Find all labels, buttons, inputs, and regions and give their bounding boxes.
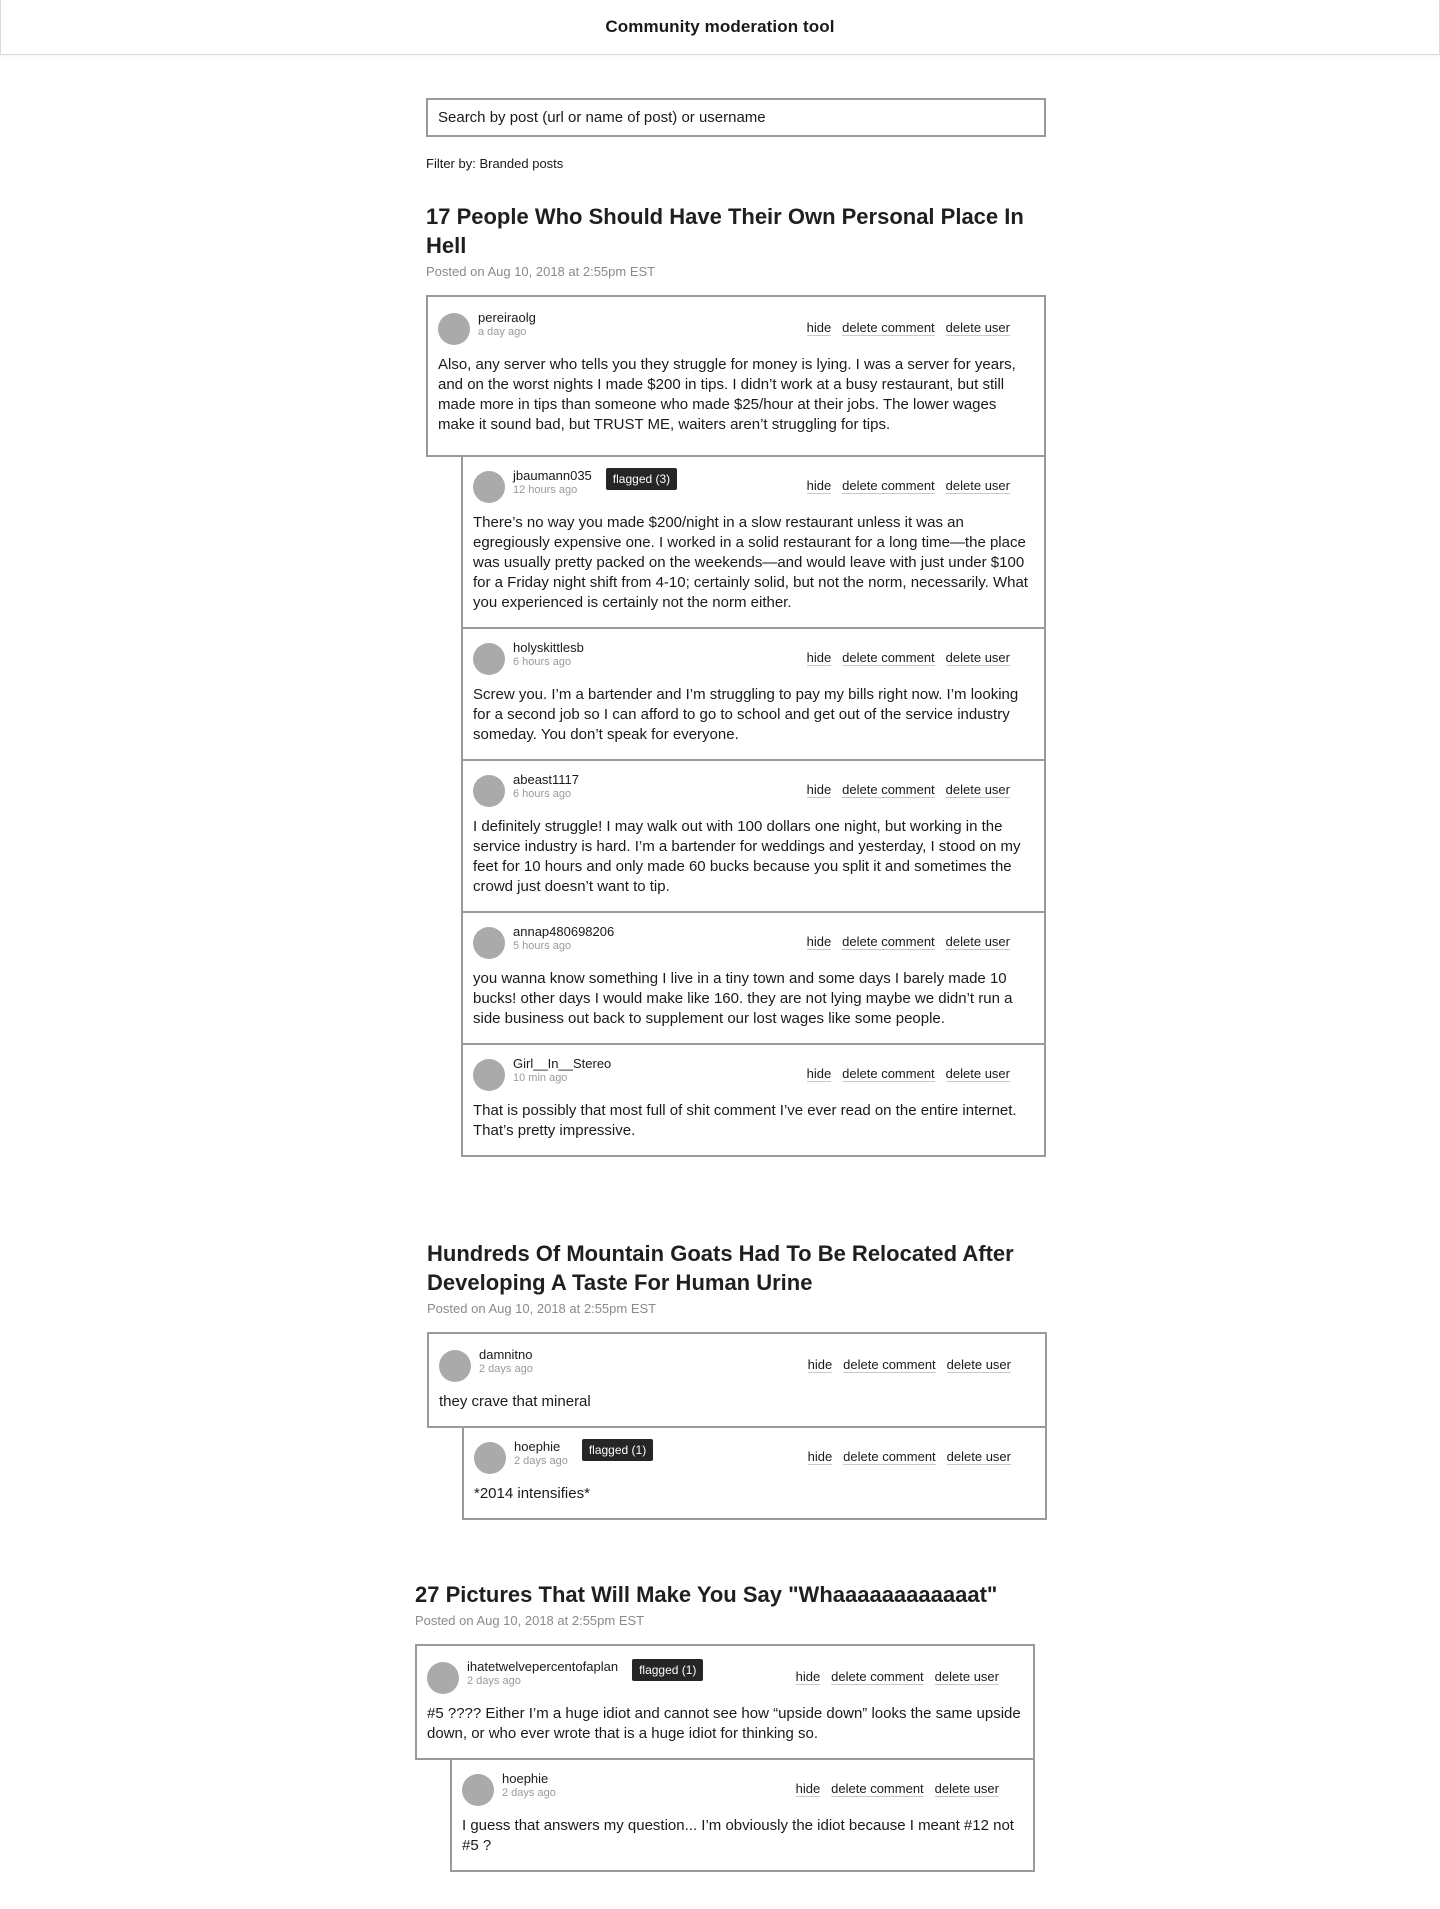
delete-user-button[interactable]: delete user (934, 1669, 999, 1685)
comment-thread: damnitno 2 days ago hide delete comment … (427, 1332, 1047, 1520)
post-meta: Posted on Aug 10, 2018 at 2:55pm EST (415, 1613, 645, 1628)
comment-text: Screw you. I’m a bartender and I’m strug… (473, 686, 1019, 743)
username[interactable]: Girl__In__Stereo (513, 1056, 611, 1072)
hide-button[interactable]: hide (806, 320, 832, 336)
avatar (473, 775, 505, 807)
delete-user-button[interactable]: delete user (946, 1357, 1011, 1373)
hide-button[interactable]: hide (795, 1781, 821, 1797)
comment-text: *2014 intensifies* (474, 1485, 590, 1502)
post-title[interactable]: 17 People Who Should Have Their Own Pers… (426, 202, 1046, 260)
delete-comment-button[interactable]: delete comment (842, 782, 935, 798)
comment-text: Also, any server who tells you they stru… (438, 356, 1016, 433)
avatar (427, 1662, 459, 1694)
hide-button[interactable]: hide (806, 478, 832, 494)
hide-button[interactable]: hide (806, 650, 832, 666)
username[interactable]: annap480698206 (513, 924, 614, 940)
comment: pereiraolg a day ago hide delete comment… (426, 295, 1046, 457)
reply-comment: hoephie 2 days ago flagged (1) hide dele… (462, 1426, 1047, 1520)
comment-text: I definitely struggle! I may walk out wi… (473, 818, 1021, 895)
comment-text: you wanna know something I live in a tin… (473, 970, 1013, 1027)
delete-user-button[interactable]: delete user (945, 650, 1010, 666)
username[interactable]: ihatetwelvepercentofaplan (467, 1659, 618, 1675)
delete-user-button[interactable]: delete user (934, 1781, 999, 1797)
comment-text: #5 ???? Either I’m a huge idiot and cann… (427, 1705, 1021, 1742)
delete-comment-button[interactable]: delete comment (842, 650, 935, 666)
comment-text: There’s no way you made $200/night in a … (473, 514, 1028, 611)
comment-text: they crave that mineral (439, 1393, 591, 1410)
delete-comment-button[interactable]: delete comment (831, 1669, 924, 1685)
delete-user-button[interactable]: delete user (945, 782, 1010, 798)
timestamp: 5 hours ago (513, 939, 572, 952)
username[interactable]: hoephie (502, 1771, 556, 1787)
flagged-badge: flagged (1) (632, 1659, 704, 1681)
timestamp: 2 days ago (514, 1454, 568, 1467)
comment-thread: ihatetwelvepercentofaplan 2 days ago fla… (415, 1644, 1035, 1872)
flagged-badge: flagged (3) (605, 468, 678, 490)
delete-comment-button[interactable]: delete comment (842, 1066, 935, 1082)
comment-text: That is possibly that most full of shit … (473, 1102, 1017, 1139)
username[interactable]: jbaumann035 (513, 468, 592, 484)
delete-comment-button[interactable]: delete comment (831, 1781, 924, 1797)
comment-thread: pereiraolg a day ago hide delete comment… (426, 295, 1046, 1157)
timestamp: a day ago (478, 325, 527, 338)
reply-comment: hoephie 2 days ago hide delete comment d… (450, 1758, 1035, 1872)
delete-comment-button[interactable]: delete comment (842, 934, 935, 950)
reply-comment: abeast1117 6 hours ago hide delete comme… (461, 759, 1046, 913)
delete-user-button[interactable]: delete user (945, 478, 1010, 494)
timestamp: 6 hours ago (513, 655, 572, 668)
reply-comment: holyskittlesb 6 hours ago hide delete co… (461, 627, 1046, 761)
hide-button[interactable]: hide (806, 934, 832, 950)
search-input[interactable] (426, 98, 1046, 137)
post: Hundreds Of Mountain Goats Had To Be Rel… (427, 1239, 1047, 1520)
comment: damnitno 2 days ago hide delete comment … (427, 1332, 1047, 1428)
post: 27 Pictures That Will Make You Say "Whaa… (415, 1580, 1035, 1872)
flagged-badge: flagged (1) (581, 1439, 654, 1461)
timestamp: 2 days ago (479, 1362, 533, 1375)
delete-user-button[interactable]: delete user (945, 320, 1010, 336)
avatar (473, 643, 505, 675)
delete-user-button[interactable]: delete user (946, 1449, 1011, 1465)
post-meta: Posted on Aug 10, 2018 at 2:55pm EST (427, 1301, 657, 1316)
username[interactable]: abeast1117 (513, 772, 579, 788)
post-title[interactable]: Hundreds Of Mountain Goats Had To Be Rel… (427, 1239, 1047, 1297)
hide-button[interactable]: hide (806, 782, 832, 798)
post-title[interactable]: 27 Pictures That Will Make You Say "Whaa… (415, 1580, 1035, 1609)
timestamp: 6 hours ago (513, 787, 572, 800)
username[interactable]: hoephie (514, 1439, 568, 1455)
avatar (473, 1059, 505, 1091)
delete-comment-button[interactable]: delete comment (842, 478, 935, 494)
hide-button[interactable]: hide (807, 1449, 833, 1465)
avatar (473, 927, 505, 959)
filter-label[interactable]: Filter by: Branded posts (426, 156, 563, 171)
avatar (438, 313, 470, 345)
post: 17 People Who Should Have Their Own Pers… (426, 202, 1046, 1157)
timestamp: 12 hours ago (513, 483, 578, 496)
app-header: Community moderation tool (0, 0, 1440, 55)
username[interactable]: damnitno (479, 1347, 533, 1363)
avatar (462, 1774, 494, 1806)
reply-comment: jbaumann035 12 hours ago flagged (3) hid… (461, 455, 1046, 629)
hide-button[interactable]: hide (807, 1357, 833, 1373)
username[interactable]: holyskittlesb (513, 640, 584, 656)
comment: ihatetwelvepercentofaplan 2 days ago fla… (415, 1644, 1035, 1760)
timestamp: 2 days ago (467, 1674, 521, 1687)
avatar (474, 1442, 506, 1474)
post-meta: Posted on Aug 10, 2018 at 2:55pm EST (426, 264, 656, 279)
delete-comment-button[interactable]: delete comment (843, 1449, 936, 1465)
timestamp: 10 min ago (513, 1071, 568, 1084)
delete-comment-button[interactable]: delete comment (843, 1357, 936, 1373)
avatar (473, 471, 505, 503)
delete-comment-button[interactable]: delete comment (842, 320, 935, 336)
username[interactable]: pereiraolg (478, 310, 536, 326)
delete-user-button[interactable]: delete user (945, 1066, 1010, 1082)
page-title: Community moderation tool (605, 17, 835, 36)
reply-comment: Girl__In__Stereo 10 min ago hide delete … (461, 1043, 1046, 1157)
delete-user-button[interactable]: delete user (945, 934, 1010, 950)
timestamp: 2 days ago (502, 1786, 556, 1799)
hide-button[interactable]: hide (806, 1066, 832, 1082)
hide-button[interactable]: hide (795, 1669, 821, 1685)
avatar (439, 1350, 471, 1382)
comment-text: I guess that answers my question... I’m … (462, 1817, 1014, 1854)
reply-comment: annap480698206 5 hours ago hide delete c… (461, 911, 1046, 1045)
